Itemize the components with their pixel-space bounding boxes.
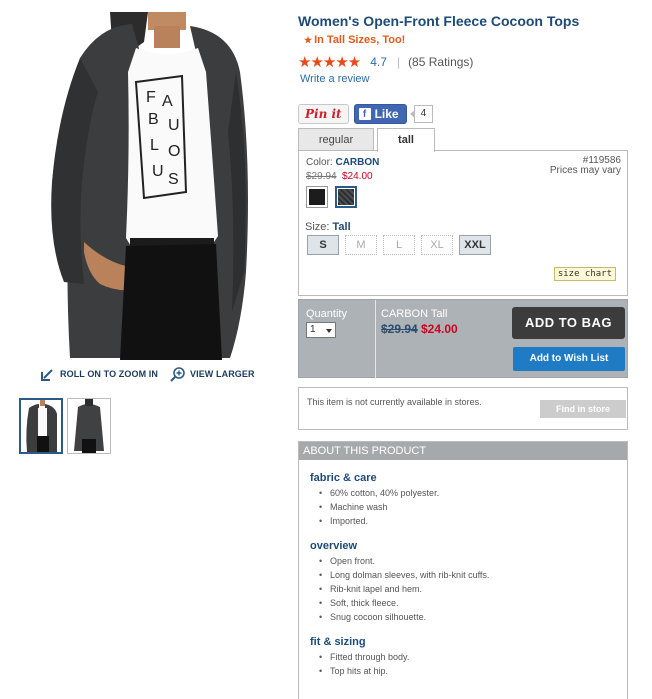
thumbnail-back[interactable]	[67, 398, 111, 454]
list-item: Fitted through body.	[319, 650, 627, 664]
rating-count[interactable]: (85 Ratings)	[408, 55, 473, 69]
section-title: overview	[310, 540, 358, 552]
rating-score[interactable]: 4.7	[370, 55, 387, 69]
facebook-like-button[interactable]: f Like	[353, 104, 407, 124]
list-item: Snug cocoon silhouette.	[319, 610, 627, 624]
list-item: Machine wash	[319, 500, 627, 514]
list-item: 60% cotton, 40% polyester.	[319, 486, 627, 500]
size-option-xxl[interactable]: XXL	[459, 235, 491, 255]
list-item: Top hits at hip.	[319, 664, 627, 678]
shirt-letter: A	[162, 93, 173, 110]
about-section-overview: overview Open front. Long dolman sleeves…	[310, 540, 627, 624]
thumbnail-front[interactable]	[19, 398, 63, 454]
list-item: Imported.	[319, 514, 627, 528]
store-availability-message: This item is not currently available in …	[307, 397, 482, 407]
chevron-down-icon	[326, 329, 332, 333]
pinterest-pin-button[interactable]: Pin it	[298, 104, 349, 124]
list-item: Long dolman sleeves, with rib-knit cuffs…	[319, 568, 627, 582]
product-title: Women's Open-Front Fleece Cocoon Tops	[298, 13, 580, 29]
size-option-l[interactable]: L	[383, 235, 415, 255]
roll-to-zoom-label: ROLL ON TO ZOOM IN	[60, 369, 158, 379]
facebook-icon: f	[358, 108, 371, 120]
list-item: Soft, thick fleece.	[319, 596, 627, 610]
swatch-black-fill	[309, 189, 325, 205]
magnifier-plus-icon	[170, 367, 185, 382]
social-share: Pin it f Like 4	[298, 104, 434, 124]
prices-may-vary-note: Prices may vary	[549, 165, 621, 176]
selected-variant-name: CARBON Tall	[381, 308, 448, 320]
selected-size-type: Tall	[332, 221, 351, 233]
purchase-sale-price: $24.00	[421, 322, 458, 336]
zoom-arrow-icon	[41, 369, 53, 381]
fit-tabs: regular tall	[298, 128, 438, 152]
add-to-wish-list-button[interactable]: Add to Wish List	[513, 347, 625, 371]
add-to-bag-button[interactable]: ADD TO BAG	[512, 307, 625, 339]
facebook-like-label: Like	[374, 107, 399, 121]
shirt-letter: U	[168, 117, 180, 134]
tall-sizes-label: In Tall Sizes, Too!	[314, 34, 406, 46]
thumbnail-front-image	[26, 400, 57, 452]
purchase-bar: Quantity 1 CARBON Tall $29.94 $24.00 ADD…	[298, 299, 628, 379]
view-larger-label: VIEW LARGER	[190, 369, 255, 379]
swatch-carbon-fill	[338, 189, 354, 205]
quantity-select[interactable]: 1	[306, 322, 336, 338]
shirt-letter: B	[148, 111, 159, 128]
tall-sizes-note[interactable]: ★ In Tall Sizes, Too!	[304, 34, 405, 46]
size-prefix: Size:	[305, 221, 330, 233]
swatch-carbon[interactable]	[335, 186, 357, 208]
quantity-value: 1	[310, 324, 316, 335]
size-option-xl[interactable]: XL	[421, 235, 453, 255]
purchase-original-price: $29.94	[381, 322, 418, 336]
sale-price: $24.00	[342, 171, 373, 182]
list-item: Open front.	[319, 554, 627, 568]
facebook-like-count: 4	[409, 105, 434, 123]
shirt-letter: F	[146, 89, 156, 106]
zoom-links: ROLL ON TO ZOOM IN VIEW LARGER	[40, 366, 270, 384]
color-swatches	[306, 186, 357, 208]
product-options-panel: Color: CARBON $29.94 $24.00 #119586 Pric…	[298, 150, 628, 296]
color-prefix: Color:	[306, 157, 333, 168]
size-chart-link[interactable]: size chart	[553, 267, 616, 281]
star-icon: ★	[304, 35, 313, 45]
quantity-label: Quantity	[306, 308, 347, 320]
thumbnail-strip	[19, 398, 111, 454]
swatch-black[interactable]	[306, 186, 328, 208]
roll-to-zoom-link[interactable]: ROLL ON TO ZOOM IN	[40, 366, 158, 382]
find-in-store-button[interactable]: Find in store	[540, 400, 626, 418]
size-option-m[interactable]: M	[345, 235, 377, 255]
rating-stars-icon: ★★★★★	[298, 54, 361, 71]
product-main-image[interactable]: F A B U L O U S	[40, 12, 252, 360]
section-title: fit & sizing	[310, 636, 366, 648]
section-title: fabric & care	[310, 472, 377, 484]
selected-color-name: CARBON	[335, 157, 380, 168]
size-selector: S M L XL XXL	[307, 235, 491, 255]
view-larger-link[interactable]: VIEW LARGER	[170, 366, 255, 382]
rating-divider: |	[396, 55, 401, 69]
write-review-link[interactable]: Write a review	[300, 73, 369, 85]
list-item: Rib-knit lapel and hem.	[319, 582, 627, 596]
size-label: Size: Tall	[305, 221, 351, 233]
shirt-letter: O	[168, 143, 180, 160]
shirt-letter: S	[168, 171, 179, 188]
store-availability: This item is not currently available in …	[298, 387, 628, 430]
rating-summary: ★★★★★ 4.7 | (85 Ratings)	[298, 54, 473, 71]
about-product-panel: ABOUT THIS PRODUCT fabric & care 60% cot…	[298, 441, 628, 699]
original-price: $29.94	[306, 171, 337, 182]
tab-tall[interactable]: tall	[377, 128, 435, 152]
about-section-fabric-care: fabric & care 60% cotton, 40% polyester.…	[310, 472, 627, 528]
purchase-bar-divider	[375, 300, 376, 379]
shirt-letter: L	[150, 137, 159, 154]
tab-regular[interactable]: regular	[298, 128, 374, 151]
about-section-fit-sizing: fit & sizing Fitted through body. Top hi…	[310, 636, 627, 678]
thumbnail-back-image	[74, 399, 104, 453]
shirt-letter: U	[152, 163, 164, 180]
about-product-header: ABOUT THIS PRODUCT	[299, 442, 627, 460]
color-label: Color: CARBON	[306, 157, 379, 168]
product-photo-illustration: F A B U L O U S	[51, 12, 248, 360]
size-option-s[interactable]: S	[307, 235, 339, 255]
